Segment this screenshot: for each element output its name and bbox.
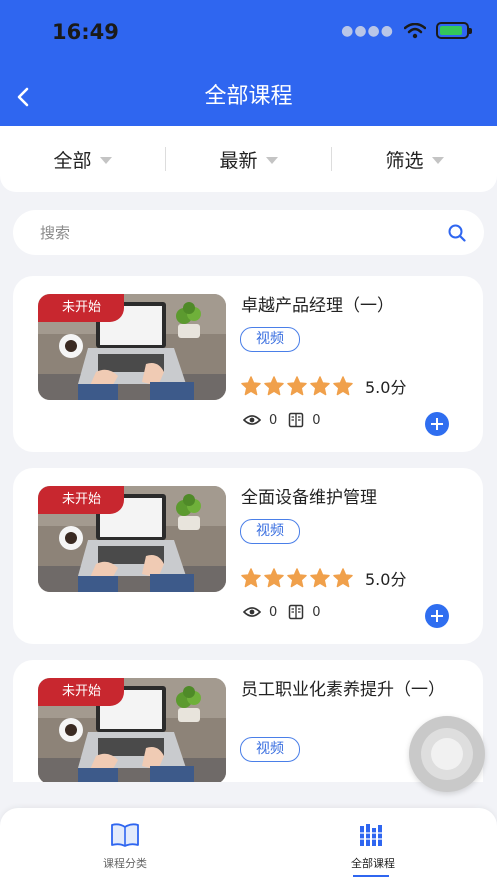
course-type-tag: 视频 (240, 327, 300, 352)
book-icon (289, 412, 304, 428)
star-icon (241, 568, 261, 588)
star-icon (333, 376, 353, 396)
status-icons: ●●●● (341, 22, 472, 39)
star-icon (241, 376, 261, 396)
star-icon (310, 568, 330, 588)
course-stats: 0 0 (243, 604, 332, 620)
star-rating (241, 568, 353, 588)
tab-course-category[interactable]: 课程分类 (65, 822, 185, 871)
eye-icon (243, 415, 261, 425)
lesson-count: 0 (312, 412, 321, 428)
app-header: 16:49 ●●●● 全部课程 (0, 0, 497, 126)
course-thumbnail: 未开始 (38, 678, 226, 782)
course-thumbnail: 未开始 (38, 294, 226, 400)
eye-icon (243, 607, 261, 617)
triangle-down-icon (431, 156, 444, 164)
filter-all[interactable]: 全部 (0, 126, 165, 192)
add-course-button[interactable] (425, 412, 449, 436)
status-badge: 未开始 (38, 486, 124, 514)
course-title: 员工职业化素养提升（一） (241, 680, 445, 700)
filter-label: 最新 (219, 149, 258, 172)
active-tab-indicator (353, 875, 389, 877)
star-icon (287, 568, 307, 588)
star-rating (241, 376, 353, 396)
view-count: 0 (269, 604, 278, 620)
signal-dots-icon: ●●●● (341, 22, 394, 39)
rating-score: 5.0分 (365, 378, 407, 397)
lesson-count: 0 (312, 604, 321, 620)
status-time: 16:49 (52, 20, 119, 44)
tab-label: 全部课程 (351, 857, 395, 870)
status-badge: 未开始 (38, 294, 124, 322)
filter-latest[interactable]: 最新 (166, 126, 331, 192)
wifi-icon (404, 22, 426, 38)
content-area: 16:49 ●●●● 全部课程 全部 最新 筛选 搜索 未开始 卓越产品经理（一… (0, 0, 497, 782)
tab-label: 课程分类 (103, 857, 147, 870)
rating-score: 5.0分 (365, 570, 407, 589)
course-rating: 5.0分 (241, 374, 406, 398)
book-icon (289, 604, 304, 620)
open-book-icon (111, 823, 139, 847)
search-bar[interactable] (13, 210, 484, 255)
view-count: 0 (269, 412, 278, 428)
star-icon (264, 568, 284, 588)
search-input[interactable] (40, 223, 448, 242)
triangle-down-icon (265, 156, 278, 164)
filter-screen[interactable]: 筛选 (332, 126, 497, 192)
search-icon[interactable] (448, 224, 466, 242)
tab-all-courses[interactable]: 全部课程 (313, 822, 433, 871)
course-thumbnail: 未开始 (38, 486, 226, 592)
bottom-tab-bar: 课程分类 全部课程 (0, 808, 497, 883)
course-card[interactable]: 未开始 全面设备维护管理 视频 5.0分 0 0 (13, 468, 483, 644)
star-icon (333, 568, 353, 588)
floating-assistive-button[interactable] (409, 716, 485, 792)
battery-icon (436, 22, 472, 39)
course-title: 卓越产品经理（一） (241, 296, 394, 316)
status-badge: 未开始 (38, 678, 124, 706)
course-type-tag: 视频 (240, 519, 300, 544)
filter-bar: 全部 最新 筛选 (0, 126, 497, 192)
course-type-tag: 视频 (240, 737, 300, 762)
course-stats: 0 0 (243, 412, 332, 428)
star-icon (264, 376, 284, 396)
star-icon (287, 376, 307, 396)
filter-label: 全部 (53, 149, 92, 172)
course-rating: 5.0分 (241, 566, 406, 590)
star-icon (310, 376, 330, 396)
bookshelf-icon (360, 824, 382, 846)
course-title: 全面设备维护管理 (241, 488, 377, 508)
page-title: 全部课程 (204, 84, 293, 109)
add-course-button[interactable] (425, 604, 449, 628)
filter-label: 筛选 (385, 149, 424, 172)
course-card[interactable]: 未开始 卓越产品经理（一） 视频 5.0分 0 0 (13, 276, 483, 452)
triangle-down-icon (99, 156, 112, 164)
